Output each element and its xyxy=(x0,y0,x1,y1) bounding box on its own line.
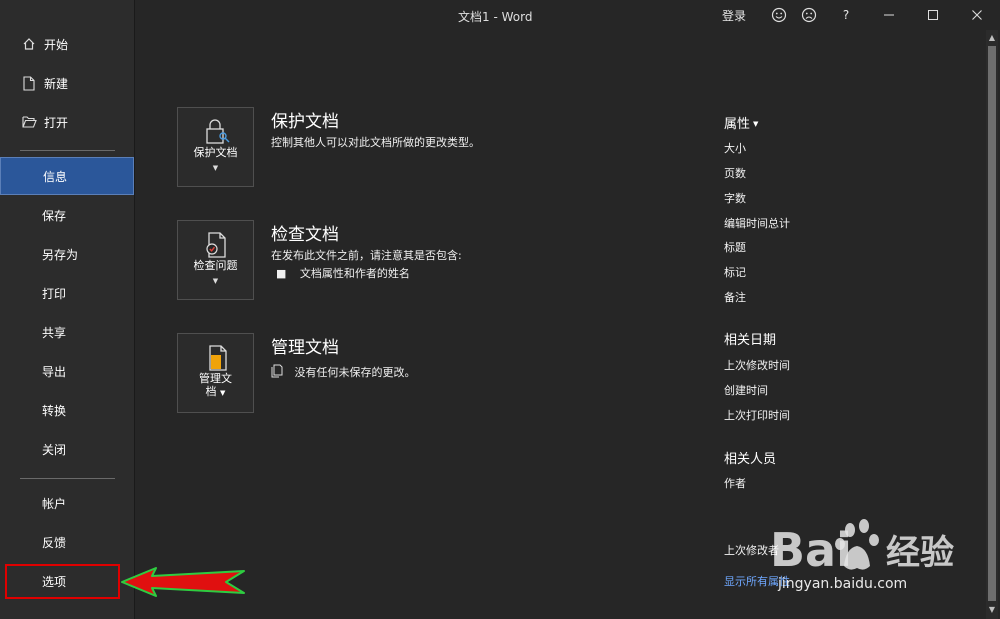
protect-document-description: 控制其他人可以对此文档所做的更改类型。 xyxy=(271,136,480,149)
sidebar-item-label: 打开 xyxy=(44,115,69,130)
protect-document-button[interactable]: 保护文档 ▼ xyxy=(177,107,254,187)
manage-document-button[interactable]: 管理文档 ▼ xyxy=(177,333,254,413)
property-label: 标记 xyxy=(724,266,746,279)
property-label: 大小 xyxy=(724,142,746,155)
sidebar-item-label: 打印 xyxy=(42,286,67,301)
sidebar-item-export[interactable]: 导出 xyxy=(0,352,134,390)
sidebar-item-new[interactable]: 新建 xyxy=(0,64,134,102)
title-bar: 文档1 - Word xyxy=(134,0,1000,30)
sidebar-item-label: 关闭 xyxy=(42,442,67,457)
protect-document-label: 保护文档 xyxy=(193,146,238,159)
property-label: 字数 xyxy=(724,192,746,205)
bullet-icon: ■ xyxy=(276,267,287,280)
svg-text:Bai: Bai xyxy=(770,523,852,577)
inspect-document-description: 在发布此文件之前，请注意其是否包含: xyxy=(271,249,462,262)
sidebar-item-transform[interactable]: 转换 xyxy=(0,391,134,429)
sidebar-item-label: 反馈 xyxy=(42,535,67,550)
manage-document-label: 管理文档 ▼ xyxy=(178,372,253,400)
frown-icon[interactable] xyxy=(798,4,820,26)
sidebar-item-label: 帐户 xyxy=(42,496,67,511)
properties-dropdown[interactable]: 属性 ▼ xyxy=(724,113,758,132)
protect-document-title: 保护文档 xyxy=(271,112,339,132)
scrollbar-thumb[interactable] xyxy=(988,46,996,601)
sidebar-item-label: 共享 xyxy=(42,325,67,340)
help-label: ? xyxy=(842,8,850,22)
watermark-url: jingyan.baidu.com xyxy=(778,576,908,592)
annotation-arrow-icon xyxy=(121,567,245,597)
document-versions-icon xyxy=(271,364,283,378)
options-highlight-box xyxy=(5,564,120,599)
sidebar-item-label: 另存为 xyxy=(42,247,79,262)
smile-icon[interactable] xyxy=(768,4,790,26)
people-label: 作者 xyxy=(724,477,746,490)
minimize-icon xyxy=(884,14,894,16)
sidebar-item-label: 转换 xyxy=(42,403,67,418)
properties-heading: 属性 xyxy=(724,117,751,132)
property-label: 页数 xyxy=(724,167,746,180)
sidebar-item-label: 开始 xyxy=(44,37,69,52)
sidebar-item-home[interactable]: 开始 xyxy=(0,25,134,63)
sidebar-item-feedback[interactable]: 反馈 xyxy=(0,523,134,561)
folder-open-icon xyxy=(20,116,38,128)
sidebar-item-account[interactable]: 帐户 xyxy=(0,484,134,522)
property-label: 标题 xyxy=(724,241,746,254)
sidebar-item-share[interactable]: 共享 xyxy=(0,313,134,351)
inspect-document-icon xyxy=(204,231,230,262)
sidebar-item-save-as[interactable]: 另存为 xyxy=(0,235,134,273)
sidebar-item-save[interactable]: 保存 xyxy=(0,196,134,234)
date-label: 创建时间 xyxy=(724,384,768,397)
sidebar-item-info[interactable]: 信息 xyxy=(0,157,134,195)
sidebar-item-label: 保存 xyxy=(42,208,67,223)
date-label: 上次打印时间 xyxy=(724,409,790,422)
bullet-text: 文档属性和作者的姓名 xyxy=(299,267,410,280)
chevron-down-icon: ▼ xyxy=(753,120,759,128)
chevron-down-icon: ▼ xyxy=(220,389,226,397)
manage-document-icon xyxy=(204,344,230,375)
sign-in-label: 登录 xyxy=(721,8,746,23)
bullet-list-item: ■ 文档属性和作者的姓名 xyxy=(276,265,410,281)
minimize-button[interactable] xyxy=(878,4,900,26)
sidebar-item-label: 导出 xyxy=(42,364,67,379)
scroll-up-arrow-icon[interactable]: ▲ xyxy=(987,32,997,44)
property-label: 备注 xyxy=(724,291,746,304)
lock-key-icon xyxy=(204,118,230,149)
manage-document-label-line1: 管理文 xyxy=(199,372,232,385)
sidebar-item-label: 信息 xyxy=(43,169,68,184)
sidebar-divider xyxy=(20,478,115,479)
related-dates-heading: 相关日期 xyxy=(724,333,777,348)
scroll-down-arrow-icon[interactable]: ▼ xyxy=(987,604,997,616)
window-title: 文档1 - Word xyxy=(458,10,533,24)
sidebar-divider xyxy=(20,150,115,151)
sidebar-item-print[interactable]: 打印 xyxy=(0,274,134,312)
manage-document-title: 管理文档 xyxy=(271,338,339,358)
close-icon xyxy=(972,10,982,20)
home-icon xyxy=(20,37,38,51)
manage-document-status: 没有任何未保存的更改。 xyxy=(271,364,416,380)
check-issues-button[interactable]: 检查问题 ▼ xyxy=(177,220,254,300)
related-people-heading: 相关人员 xyxy=(724,452,777,467)
new-document-icon xyxy=(20,75,38,91)
sign-in-button[interactable]: 登录 xyxy=(718,4,750,26)
date-label: 上次修改时间 xyxy=(724,359,790,372)
maximize-icon xyxy=(928,10,938,20)
maximize-button[interactable] xyxy=(922,4,944,26)
chevron-down-icon: ▼ xyxy=(212,277,219,285)
check-issues-label: 检查问题 xyxy=(193,259,238,272)
manage-document-label-line2: 档 xyxy=(205,385,217,398)
svg-text:经验: 经验 xyxy=(886,533,954,573)
chevron-down-icon: ▼ xyxy=(212,164,219,172)
sidebar-item-close[interactable]: 关闭 xyxy=(0,430,134,468)
sidebar-item-open[interactable]: 打开 xyxy=(0,103,134,141)
inspect-document-title: 检查文档 xyxy=(271,225,339,245)
manage-document-description: 没有任何未保存的更改。 xyxy=(294,366,416,379)
property-label: 编辑时间总计 xyxy=(724,217,790,230)
help-button[interactable]: ? xyxy=(836,4,856,26)
sidebar-item-label: 新建 xyxy=(44,76,69,91)
close-button[interactable] xyxy=(966,4,988,26)
